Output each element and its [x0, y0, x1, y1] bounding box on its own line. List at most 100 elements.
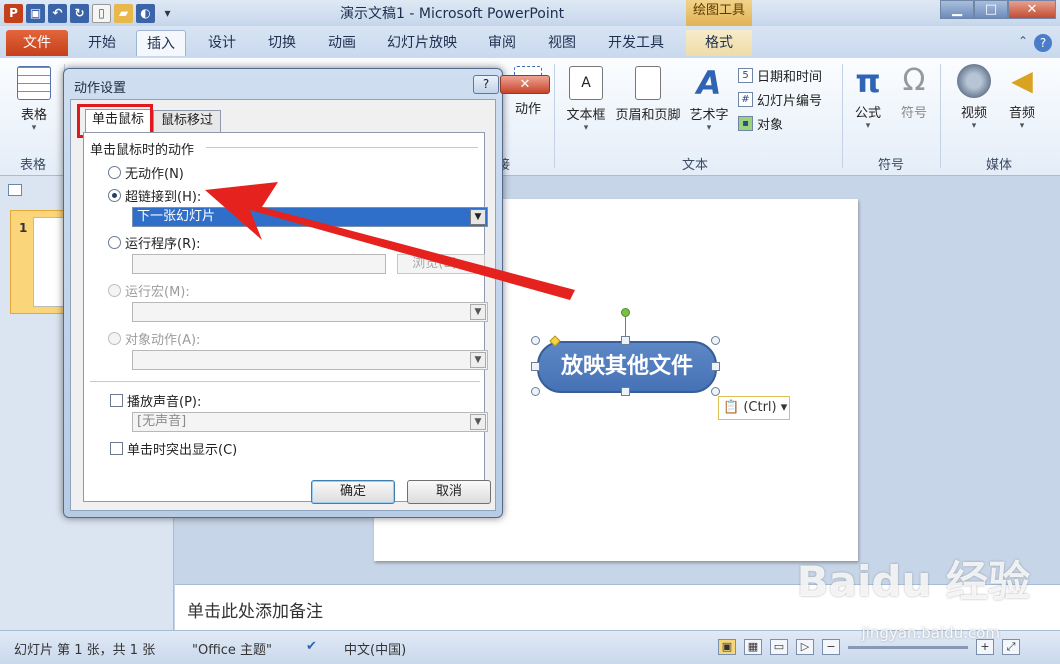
- tab-file[interactable]: 文件: [6, 30, 68, 56]
- undo-icon[interactable]: ↶: [48, 3, 67, 23]
- textbox-label: 文本框: [566, 108, 606, 123]
- slideshow-view-icon[interactable]: ▷: [796, 639, 814, 655]
- fit-window-icon[interactable]: ⤢: [1002, 639, 1020, 655]
- resize-handle-sw[interactable]: [531, 387, 540, 396]
- paste-options-tag[interactable]: 📋 (Ctrl) ▾: [718, 396, 790, 420]
- tab-home[interactable]: 开始: [80, 30, 124, 56]
- zoom-slider[interactable]: [848, 645, 968, 649]
- resize-handle-se[interactable]: [711, 387, 720, 396]
- window-title: 演示文稿1 - Microsoft PowerPoint: [340, 6, 565, 22]
- reading-view-icon[interactable]: ▭: [770, 639, 788, 655]
- highlight-click-checkbox[interactable]: 单击时突出显示(C): [110, 439, 237, 458]
- radio-object-action[interactable]: 对象动作(A):: [108, 329, 200, 348]
- macro-select[interactable]: ▼: [132, 302, 488, 322]
- slide-sorter-icon[interactable]: ▦: [744, 639, 762, 655]
- symbol-button[interactable]: Ω 符号: [894, 64, 934, 122]
- sound-select[interactable]: [无声音] ▼: [132, 412, 488, 432]
- tab-insert[interactable]: 插入: [136, 30, 186, 56]
- video-button[interactable]: 视频 ▾: [952, 64, 996, 131]
- slideshow-icon[interactable]: ◐: [136, 3, 155, 23]
- normal-view-icon[interactable]: ▣: [718, 639, 736, 655]
- language-status[interactable]: 中文(中国): [344, 639, 406, 658]
- symbol-label: 符号: [900, 106, 927, 121]
- audio-button[interactable]: ◀ 音频 ▾: [1000, 64, 1044, 131]
- radio-hyperlink[interactable]: 超链接到(H):: [108, 186, 201, 205]
- action-shape[interactable]: 放映其他文件: [537, 341, 717, 393]
- resize-handle-nw[interactable]: [531, 336, 540, 345]
- tab-design[interactable]: 设计: [200, 30, 244, 56]
- browse-button[interactable]: 浏览(B)...: [397, 254, 485, 274]
- spellcheck-icon[interactable]: ✔: [306, 639, 317, 654]
- tab-review[interactable]: 审阅: [480, 30, 524, 56]
- tab-view[interactable]: 视图: [540, 30, 584, 56]
- cancel-button[interactable]: 取消: [407, 480, 491, 504]
- new-file-icon[interactable]: ▯: [92, 3, 111, 23]
- tab-slideshow[interactable]: 幻灯片放映: [380, 30, 464, 56]
- redo-icon[interactable]: ↻: [70, 3, 89, 23]
- dropdown-arrow-icon: ▾: [706, 123, 712, 133]
- resize-handle-ne[interactable]: [711, 336, 720, 345]
- tab-format[interactable]: 格式: [686, 30, 752, 56]
- slide-number-icon: #: [738, 92, 753, 107]
- customize-qat-icon[interactable]: ▾: [158, 4, 177, 23]
- film-reel-icon: [957, 64, 991, 98]
- open-folder-icon[interactable]: ▰: [114, 3, 133, 23]
- title-bar: P ▣ ↶ ↻ ▯ ▰ ◐ ▾ 演示文稿1 - Microsoft PowerP…: [0, 0, 1060, 26]
- wordart-button[interactable]: A 艺术字 ▾: [686, 66, 732, 133]
- tab-animations[interactable]: 动画: [320, 30, 364, 56]
- slide-number-label: 幻灯片编号: [757, 94, 823, 109]
- close-icon[interactable]: ✕: [500, 75, 550, 94]
- object-action-select[interactable]: ▼: [132, 350, 488, 370]
- header-footer-button[interactable]: 页眉和页脚: [612, 66, 684, 123]
- radio-no-action[interactable]: 无动作(N): [108, 163, 184, 182]
- resize-handle-s[interactable]: [621, 387, 630, 396]
- outline-toggle-icon[interactable]: [8, 184, 22, 196]
- help-icon[interactable]: ?: [473, 75, 499, 94]
- tab-mouse-over[interactable]: 鼠标移过: [153, 110, 221, 132]
- dropdown-arrow-icon: ▾: [865, 121, 871, 131]
- slide-count-status: 幻灯片 第 1 张，共 1 张: [14, 643, 156, 658]
- ribbon-tabs: 文件 开始 插入 设计 切换 动画 幻灯片放映 审阅 视图 开发工具 格式 ⌃ …: [0, 26, 1060, 58]
- slide-number-button[interactable]: # 幻灯片编号: [738, 90, 822, 109]
- tab-developer[interactable]: 开发工具: [600, 30, 672, 56]
- radio-circle-selected: [108, 189, 121, 202]
- zoom-out-icon[interactable]: −: [822, 639, 840, 655]
- formula-button[interactable]: π 公式 ▾: [848, 64, 888, 131]
- datetime-button[interactable]: 5 日期和时间: [738, 66, 822, 85]
- ok-button[interactable]: 确定: [311, 480, 395, 504]
- chevron-down-icon: ▼: [470, 209, 486, 225]
- save-icon[interactable]: ▣: [26, 3, 45, 23]
- maximize-icon[interactable]: □: [974, 0, 1008, 19]
- quick-access-toolbar: P ▣ ↶ ↻ ▯ ▰ ◐ ▾: [4, 3, 177, 23]
- hyperlink-select[interactable]: 下一张幻灯片 ▼: [132, 207, 488, 227]
- rotation-handle[interactable]: [621, 308, 630, 317]
- wordart-label: 艺术字: [689, 108, 729, 123]
- help-icon[interactable]: ?: [1034, 34, 1052, 52]
- hyperlink-select-value: 下一张幻灯片: [137, 209, 216, 224]
- play-sound-checkbox[interactable]: 播放声音(P):: [110, 391, 201, 410]
- group-symbol-label: 符号: [878, 158, 905, 173]
- minimize-ribbon-icon[interactable]: ⌃: [1018, 34, 1028, 48]
- dropdown-arrow-icon: ▾: [1019, 121, 1025, 131]
- watermark-url: jingyan.baidu.com: [861, 624, 1000, 642]
- resize-handle-e[interactable]: [711, 362, 720, 371]
- minimize-icon[interactable]: ▁: [940, 0, 974, 19]
- textbox-button[interactable]: A 文本框 ▾: [562, 66, 610, 133]
- radio-circle: [108, 284, 121, 297]
- tab-transitions[interactable]: 切换: [260, 30, 304, 56]
- resize-handle-w[interactable]: [531, 362, 540, 371]
- radio-run-macro[interactable]: 运行宏(M):: [108, 281, 190, 300]
- program-path-input[interactable]: [132, 254, 386, 274]
- chevron-down-icon: ▼: [470, 352, 486, 368]
- clipboard-icon: 📋: [723, 400, 740, 415]
- table-button[interactable]: 表格 ▾: [12, 66, 56, 133]
- close-icon[interactable]: ✕: [1008, 0, 1056, 19]
- paste-options-label: (Ctrl): [743, 400, 777, 415]
- radio-run-program[interactable]: 运行程序(R):: [108, 233, 201, 252]
- dropdown-arrow-icon: ▾: [31, 123, 37, 133]
- audio-label: 音频: [1008, 106, 1035, 121]
- radio-run-macro-label: 运行宏(M):: [125, 285, 190, 300]
- calendar-icon: 5: [738, 68, 753, 83]
- object-button[interactable]: ▪ 对象: [738, 114, 783, 133]
- resize-handle-n[interactable]: [621, 336, 630, 345]
